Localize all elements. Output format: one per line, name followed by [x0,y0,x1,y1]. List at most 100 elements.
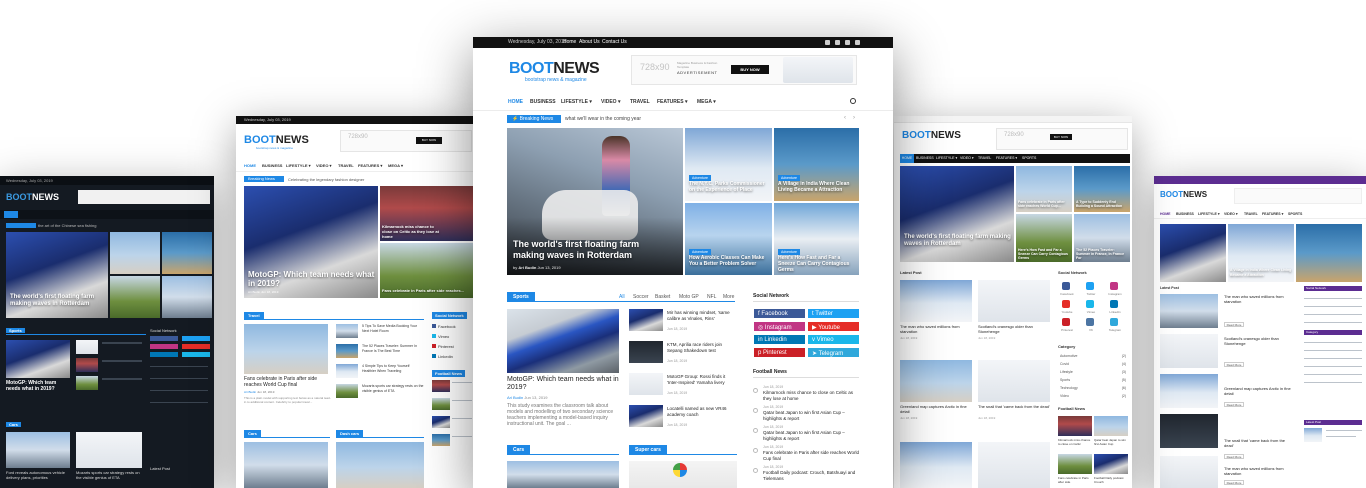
football-thumb-3[interactable] [432,416,450,428]
nav-home[interactable]: HOME [1160,212,1171,216]
nav-home[interactable]: HOME [244,163,256,168]
hero-tile-1-title[interactable]: A Village in India Where Clean Living Be… [1230,268,1292,277]
nav-home[interactable]: HOME [508,99,523,105]
vimeo-icon[interactable] [855,40,860,45]
latest-image-5[interactable] [900,442,972,488]
cars-item-2[interactable]: Mozarts sports car strategy rests on the… [76,470,142,480]
hero-tile-1-title[interactable]: Kilmarnock miss chance to close on Celti… [382,224,442,239]
football-image-2[interactable] [1094,416,1128,436]
pinterest-icon[interactable] [1062,318,1070,326]
latest-image-1[interactable] [900,280,972,322]
hero-tile-2-title[interactable]: A Village in India Where Clean Living Be… [778,181,856,193]
nav-features[interactable]: FEATURES ▾ [996,156,1017,160]
logo[interactable]: BOOTNEWS [244,134,309,146]
cars-item-1[interactable]: Ford reveals autonomous vehicle delivery… [6,470,70,480]
sports-tab-soccer[interactable]: Soccer [633,294,649,300]
nav-lifestyle[interactable]: LIFESTYLE ▾ [286,163,311,168]
football-item-3[interactable]: Fans celebrate in Paris after side [1058,476,1092,484]
social-pinterest[interactable]: p Pinterest [754,348,805,357]
nav-travel[interactable]: TRAVEL [1244,212,1258,216]
travel-thumb-4[interactable] [336,384,358,398]
read-more-5[interactable]: Read More [1224,480,1244,485]
sports-thumb-1[interactable] [76,340,98,354]
latest-image-3[interactable] [1160,374,1218,408]
side-latest-image[interactable] [1304,428,1322,442]
social-1[interactable] [150,336,178,341]
hero-tile-4[interactable] [162,276,212,318]
instagram-icon[interactable] [1110,282,1118,290]
facebook-icon[interactable] [1062,282,1070,290]
social-twitter[interactable]: t Twitter [808,309,859,318]
football-item-1[interactable]: Kilmarnock miss chance to close on Celti… [1058,438,1092,446]
hero-title[interactable]: The world's first floating farm making w… [904,234,1012,248]
nav-travel[interactable]: TRAVEL [978,156,991,160]
social-telegram[interactable]: ➤ Telegram [808,348,859,357]
category-1[interactable]: Automotive (2) [1060,354,1126,358]
hero-tile-2[interactable] [162,232,212,274]
sports-item-4-title[interactable]: Locatelli named as new VR46 academy coac… [667,406,737,417]
sports-tab-motogp[interactable]: Moto GP [679,294,699,300]
latest-title-2[interactable]: Scotland's cranesgo older than Stoneheng… [978,324,1052,334]
category-5[interactable]: Technology (6) [1060,386,1126,390]
sports-thumb-2[interactable] [76,358,98,372]
search-icon[interactable] [850,98,856,104]
logo[interactable]: BOOTNEWS [902,130,961,141]
ad-banner[interactable] [1234,188,1362,204]
nav-business[interactable]: BUSINESS [530,99,556,105]
category-2[interactable]: Covid (4) [1060,362,1126,366]
travel-item-3[interactable]: 4 Simple Tips to Keep Yourself Healthier… [362,364,424,373]
latest-title-4[interactable]: The snail that 'came back from the dead' [1224,438,1292,448]
breaking-prev-icon[interactable]: ‹ [844,115,846,121]
linkedin-icon[interactable] [1110,300,1118,308]
social-item-3[interactable]: Pinterest [432,344,472,351]
nav-features[interactable]: FEATURES ▾ [1262,212,1283,216]
nav-video[interactable]: VIDEO ▾ [601,99,620,105]
social-item-1[interactable]: Facebook [432,324,472,331]
latest-image-5[interactable] [1160,456,1218,488]
category-3[interactable]: Lifestyle (3) [1060,370,1126,374]
youtube-icon[interactable] [845,40,850,45]
sports-tab-basket[interactable]: Basket [655,294,670,300]
social-5[interactable] [150,352,178,357]
social-facebook[interactable]: f Facebook [754,309,805,318]
hero-tile-3[interactable] [110,276,160,318]
category-4[interactable]: Sports (5) [1060,378,1126,382]
ad-button[interactable]: BUY NOW [416,137,442,144]
hero-image[interactable] [1160,224,1226,282]
sports-item-3-title[interactable]: MotoGP Group: Rossi finds it 'Inter-Insp… [667,374,737,385]
hero-tile-1-title[interactable]: Fans celebrate in Paris after side reach… [1018,200,1070,208]
nav-mega[interactable]: MEGA ▾ [388,163,403,168]
latest-title-1[interactable]: The man who saved millions from starvati… [900,324,974,334]
sports-lead-image[interactable] [6,340,70,378]
nav-features[interactable]: FEATURES ▾ [358,163,382,168]
travel-item-1[interactable]: 5 Tips To Save Media Booking Your Next H… [362,324,424,333]
football-item-4[interactable]: Football Daily podcast Crouch [1094,476,1128,484]
youtube-icon[interactable] [1062,300,1070,308]
football-image-3[interactable] [1058,454,1092,474]
nav-lifestyle[interactable]: LIFESTYLE ▾ [561,99,592,105]
breaking-next-icon[interactable]: › [853,115,855,121]
cars-image-1[interactable] [6,432,70,468]
hero-main-title[interactable]: The world's first floating farm making w… [513,239,673,261]
telegram-icon[interactable] [1110,318,1118,326]
nav-business[interactable]: BUSINESS [916,156,934,160]
social-vimeo[interactable]: v Vimeo [808,335,859,344]
dash-cars-image[interactable] [336,442,424,488]
nav-travel[interactable]: TRAVEL [630,99,650,105]
sports-item-1-title[interactable]: Mir has winning mindset, 'same calibre a… [667,310,737,321]
sports-thumb-2[interactable] [629,341,663,363]
read-more-3[interactable]: Read More [1224,402,1244,407]
sports-lead-title[interactable]: MotoGP: Which team needs what in 2019? [6,380,72,392]
nav-lifestyle[interactable]: LIFESTYLE ▾ [936,156,957,160]
hero-tile-4-title[interactable]: Here's How Fast and Far a Sneeze Can Car… [778,255,856,273]
sports-lead-title[interactable]: MotoGP: Which team needs what in 2019? [507,376,621,392]
latest-image-6[interactable] [978,442,1050,488]
travel-item-4[interactable]: Mozarts sports car strategy rests on the… [362,384,424,393]
travel-thumb-3[interactable] [336,364,358,378]
nav-video[interactable]: VIDEO ▾ [960,156,974,160]
football-image-4[interactable] [1094,454,1128,474]
nav-home[interactable] [4,211,18,218]
vk-icon[interactable] [1086,318,1094,326]
latest-image-2[interactable] [1160,334,1218,368]
latest-title-3[interactable]: Greenland map captures Arctic in fine de… [900,404,974,414]
